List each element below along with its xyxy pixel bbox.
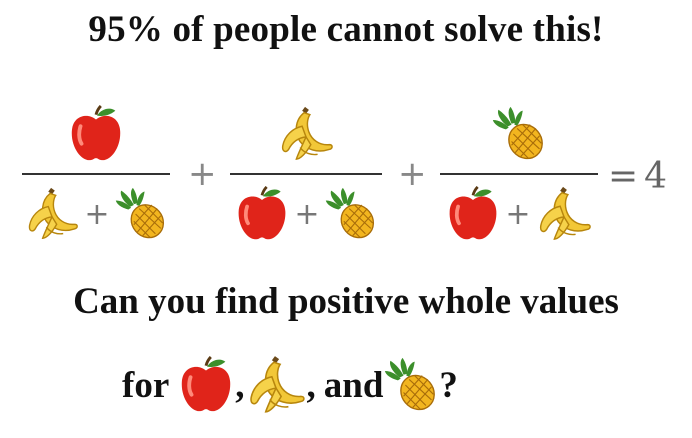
banana-icon bbox=[277, 105, 335, 163]
plus-sign: + bbox=[294, 196, 320, 232]
fraction-bar bbox=[230, 173, 382, 175]
banana-icon bbox=[24, 186, 80, 242]
question-line-2: for , , and ? bbox=[122, 350, 458, 420]
for-text: for bbox=[122, 364, 170, 406]
question-line: Can you find positive whole values bbox=[73, 281, 619, 322]
apple-icon bbox=[445, 186, 501, 242]
fraction-bar bbox=[440, 173, 598, 175]
pineapple-icon bbox=[383, 357, 439, 413]
and-text: and bbox=[323, 364, 384, 406]
result-value: 4 bbox=[644, 156, 668, 197]
pineapple-icon bbox=[324, 187, 378, 241]
comma: , bbox=[306, 364, 316, 406]
plus-sign: + bbox=[398, 154, 427, 194]
banana-icon bbox=[245, 354, 307, 416]
headline: 95% of people cannot solve this! bbox=[88, 9, 604, 50]
equals-result: = 4 bbox=[608, 156, 667, 197]
banana-icon bbox=[535, 185, 593, 243]
apple-icon bbox=[234, 186, 290, 242]
plus-sign: + bbox=[505, 196, 531, 232]
comma: , bbox=[235, 364, 245, 406]
fraction-3: + bbox=[440, 100, 598, 250]
plus-sign: + bbox=[84, 196, 110, 232]
apple-icon bbox=[67, 105, 125, 163]
question-mark: ? bbox=[439, 364, 458, 406]
fraction-bar bbox=[22, 173, 170, 175]
equals-sign: = bbox=[608, 156, 639, 197]
plus-sign: + bbox=[188, 154, 217, 194]
apple-icon bbox=[177, 356, 235, 414]
fruit-equation: + + + + + = 4 bbox=[0, 100, 692, 250]
fraction-2: + bbox=[230, 100, 382, 250]
fraction-1: + bbox=[22, 100, 170, 250]
pineapple-icon bbox=[114, 187, 168, 241]
pineapple-icon bbox=[491, 106, 547, 162]
